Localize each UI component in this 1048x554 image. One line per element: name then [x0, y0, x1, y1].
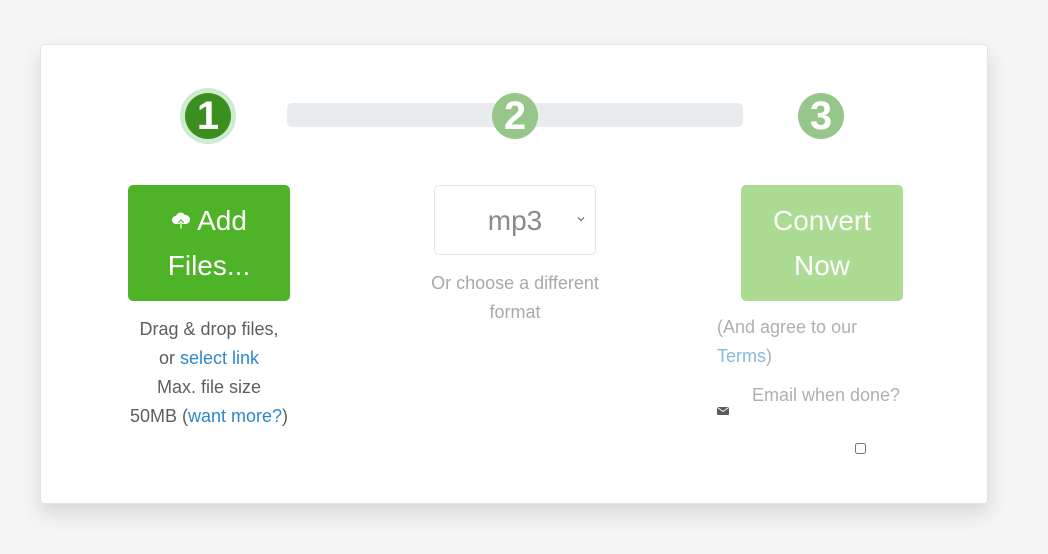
convert-now-button[interactable]: Convert Now: [741, 185, 903, 301]
add-files-button[interactable]: Add Files...: [128, 185, 290, 301]
select-link[interactable]: select link: [180, 348, 259, 368]
close-paren: ): [282, 406, 289, 426]
envelope-icon: [717, 403, 729, 415]
step-2-indicator: 2: [492, 93, 538, 139]
step-1-indicator: 1: [185, 93, 231, 139]
or-text: or: [158, 348, 180, 368]
convert-label-1: Convert: [772, 205, 872, 236]
convert-column: Convert Now (And agree to our Terms) Ema…: [717, 185, 927, 454]
drag-drop-text: Drag & drop files,: [139, 319, 279, 339]
step-3-number: 3: [809, 94, 833, 138]
size-limit-text: 50MB (: [129, 406, 188, 426]
email-checkbox[interactable]: [855, 443, 866, 454]
terms-link[interactable]: Terms: [717, 346, 766, 366]
terms-suffix: ): [766, 346, 772, 366]
email-label: Email when done?: [751, 385, 901, 405]
cloud-upload-icon: [171, 198, 191, 243]
max-size-text: Max. file size: [156, 377, 262, 397]
format-select[interactable]: mp3: [434, 185, 596, 255]
convert-label-2: Now: [793, 250, 850, 281]
upload-column: Add Files... Drag & drop files, or selec…: [104, 185, 314, 431]
step-1-number: 1: [196, 94, 220, 138]
terms-prefix: (And agree to our: [717, 317, 858, 337]
step-2-number: 2: [503, 94, 527, 138]
terms-text: (And agree to our Terms): [717, 313, 927, 371]
converter-card: 1 2 3 Add Files... Drag & drop files, or…: [40, 44, 988, 504]
format-column: mp3 Or choose a different format: [410, 185, 620, 327]
chevron-down-icon: [575, 212, 587, 224]
email-when-done: Email when done?: [717, 381, 927, 454]
upload-help: Drag & drop files, or select link Max. f…: [104, 315, 314, 431]
step-3-indicator: 3: [798, 93, 844, 139]
add-files-label-1: Add: [197, 204, 247, 236]
add-files-label-2: Files...: [167, 250, 251, 282]
format-selected-value: mp3: [487, 205, 543, 236]
want-more-link[interactable]: want more?: [188, 406, 282, 426]
format-help-text: Or choose a different format: [431, 273, 599, 322]
